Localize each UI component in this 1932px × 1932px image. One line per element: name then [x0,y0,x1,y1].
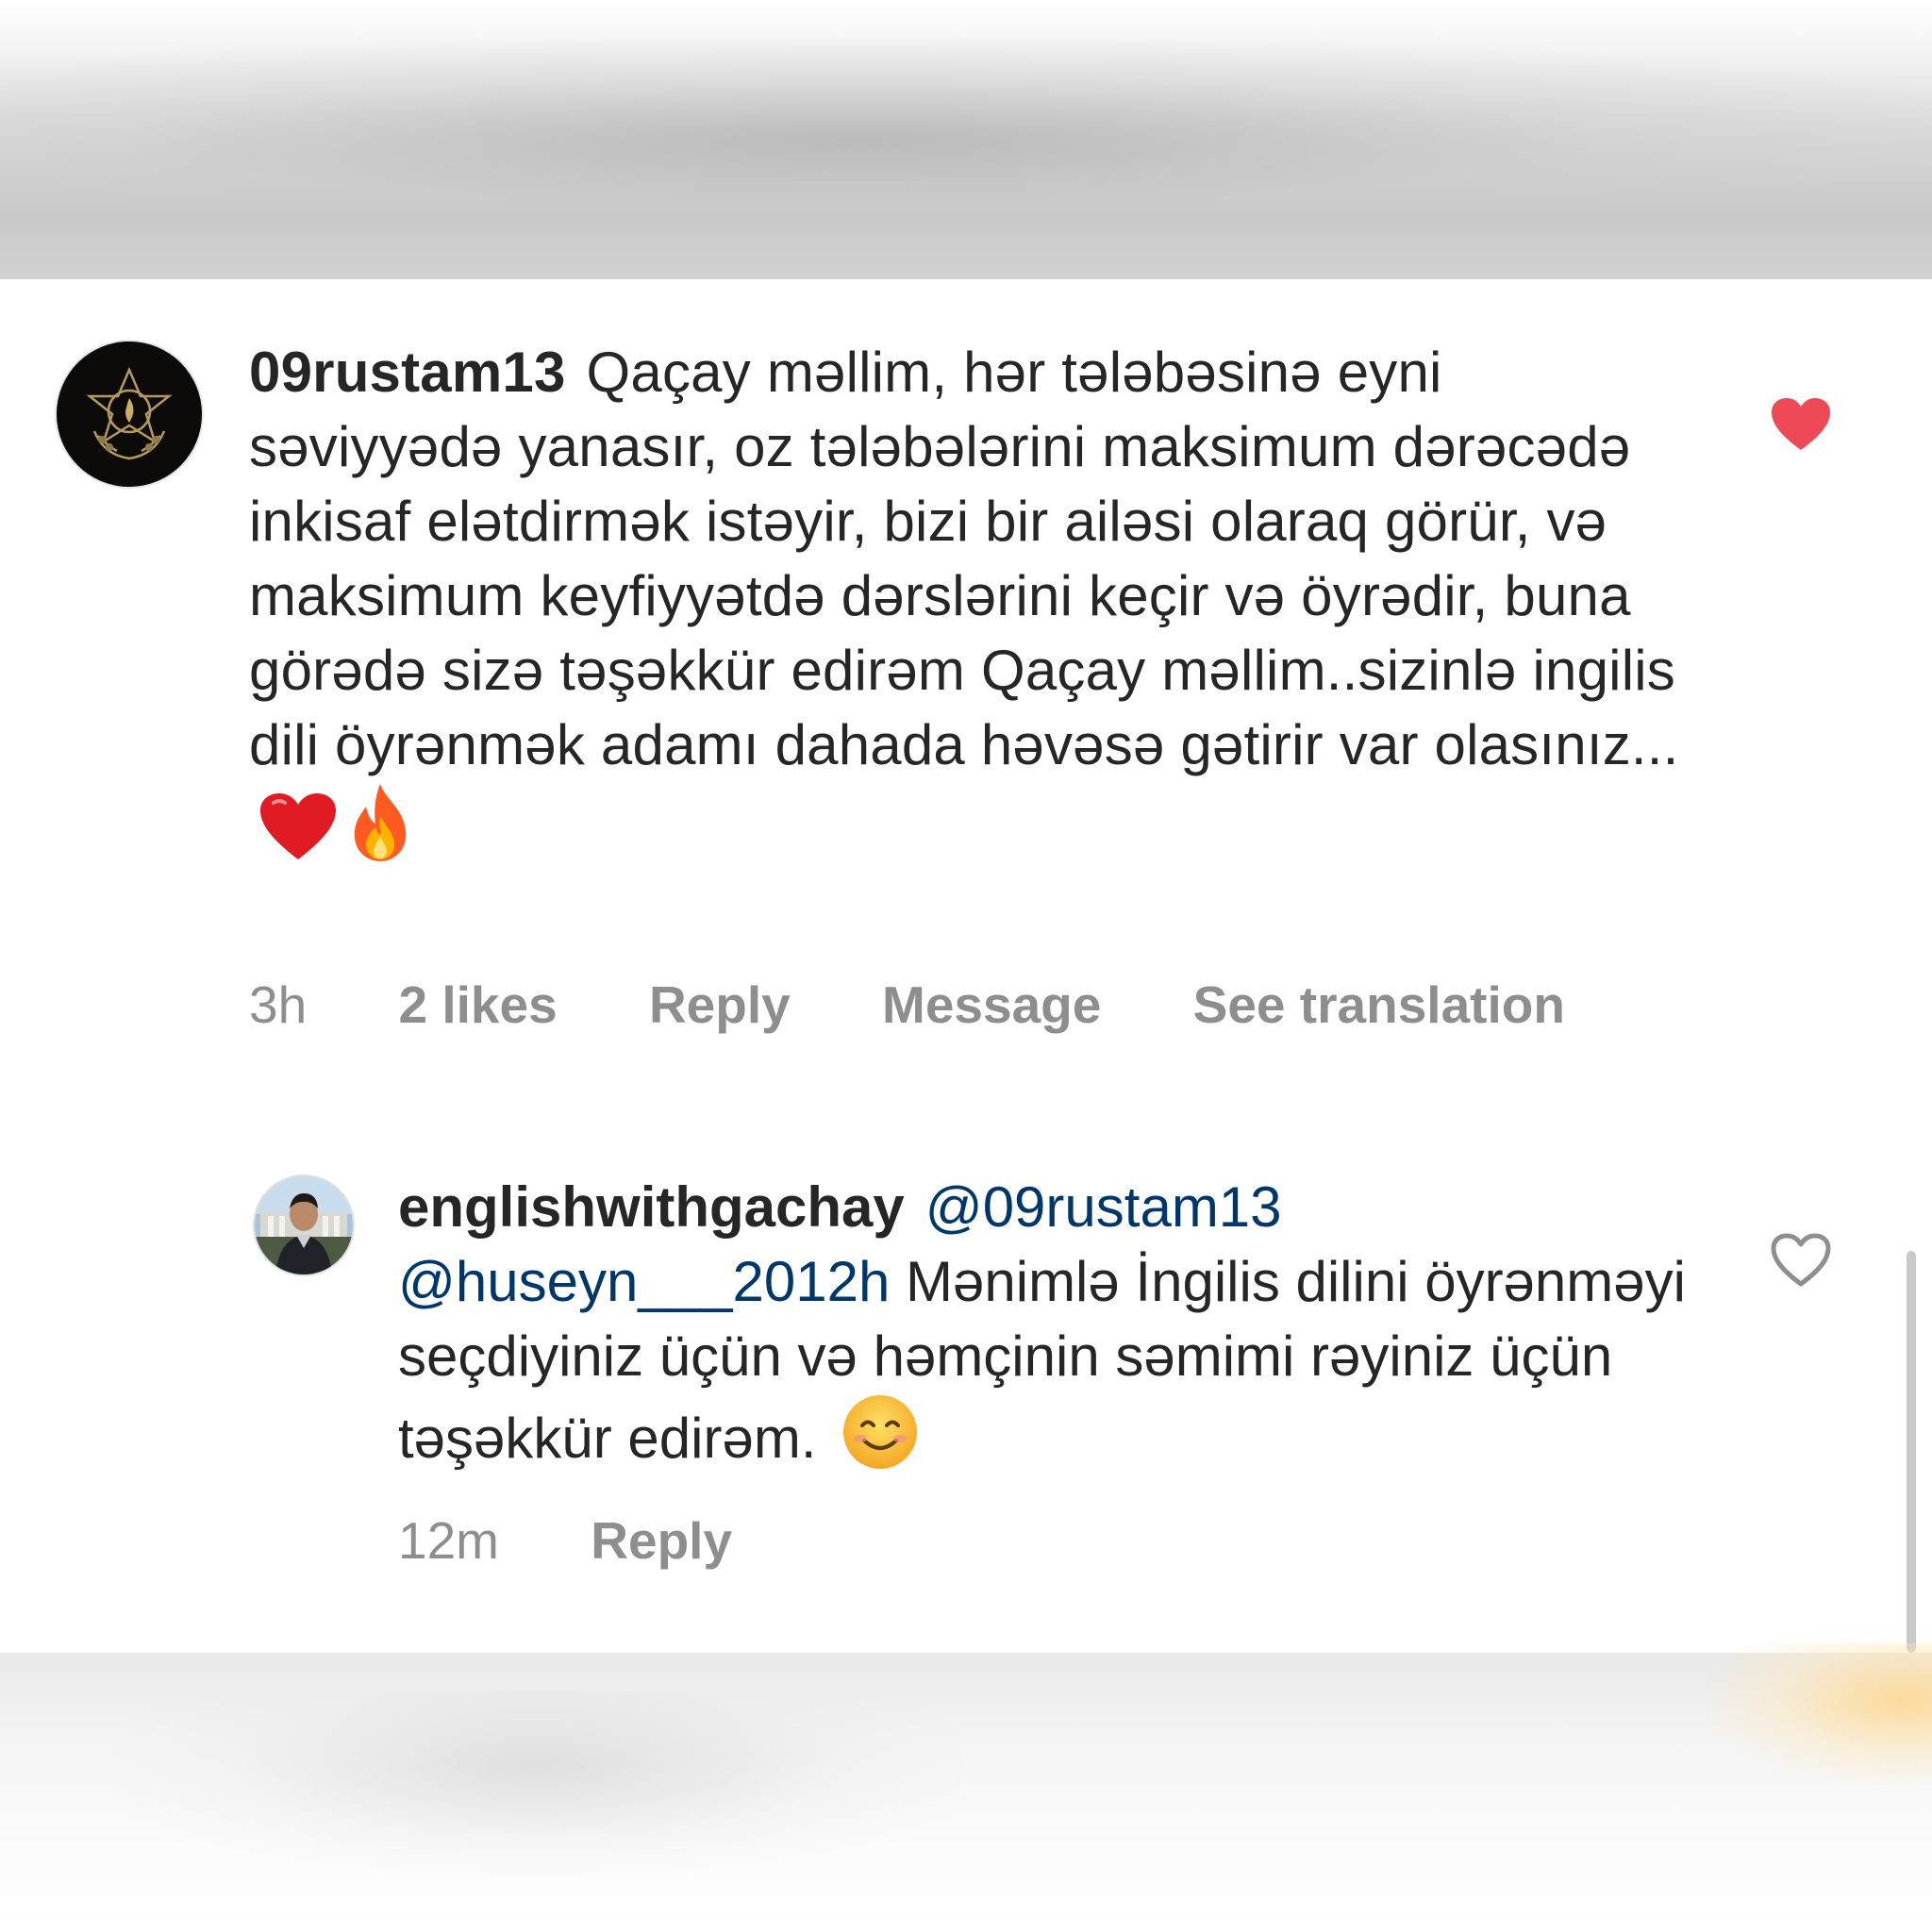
comment-2-meta: 12m Reply [398,1507,732,1574]
scrollbar[interactable] [1907,1251,1916,1653]
comment-1-likes[interactable]: 2 likes [398,972,557,1038]
heart-filled-icon[interactable] [1770,396,1832,453]
comment-2-time: 12m [398,1511,499,1570]
blurred-top-area [0,0,1932,279]
profile-photo-icon [255,1176,353,1274]
smiling-face-emoji [841,1393,919,1489]
red-heart-emoji [258,791,338,881]
comment-1-time: 3h [249,975,308,1034]
mention-link[interactable]: @09rustam13 [925,1175,1282,1239]
comment-1-username[interactable]: 09rustam13 [249,341,566,404]
comment-2-username[interactable]: englishwithgachay [398,1175,905,1239]
comment-1-body: 09rustam13 Qaçay məllim, hər tələbəsinə e… [249,335,1702,881]
comment-2-body: englishwithgachay @09rustam13 @huseyn___2… [398,1170,1700,1489]
comment-2-reply-button[interactable]: Reply [591,1507,732,1574]
emblem-icon [57,341,202,487]
fire-emoji [347,782,413,881]
blurred-bottom-area [0,1643,1932,1932]
avatar-09rustam13[interactable] [57,341,202,487]
comment-1-meta: 3h 2 likes Reply Message See translation [249,972,1565,1038]
heart-outline-icon[interactable] [1770,1232,1832,1289]
comment-1-message-button[interactable]: Message [882,972,1101,1038]
avatar-englishwithgachay[interactable] [255,1176,353,1274]
screenshot-page: 09rustam13 Qaçay məllim, hər tələbəsinə e… [0,0,1932,1932]
comment-1-reply-button[interactable]: Reply [649,972,791,1038]
comment-1-see-translation-button[interactable]: See translation [1193,972,1565,1038]
comment-1-text: Qaçay məllim, hər tələbəsinə eyni səviyy… [249,341,1679,776]
mention-link[interactable]: @huseyn___2012h [398,1250,890,1313]
